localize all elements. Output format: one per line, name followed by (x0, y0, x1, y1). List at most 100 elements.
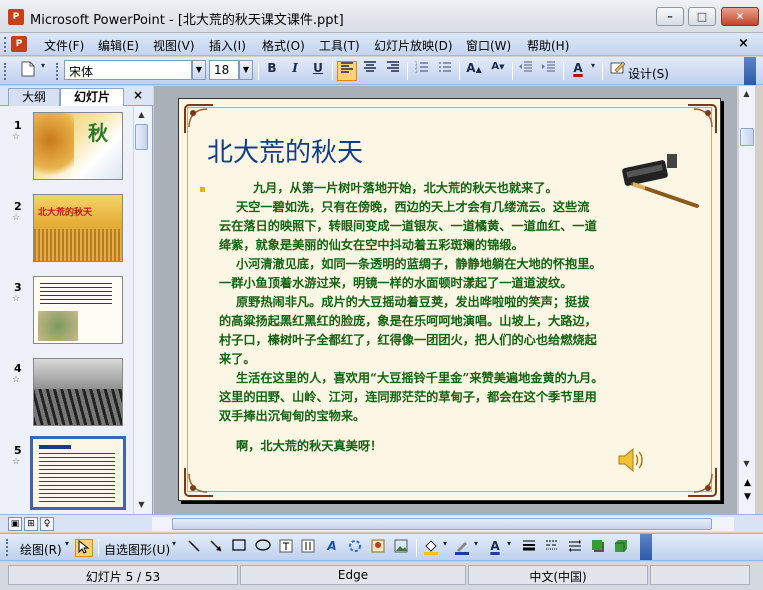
slide-body-line[interactable]: 原野热闹非凡。成片的大豆摇动着豆荚，发出哗啦啦的笑声；挺拔 (219, 293, 666, 313)
tab-slides[interactable]: 幻灯片 (60, 88, 124, 106)
scroll-down-icon[interactable]: ▼ (739, 456, 754, 471)
thumbnail-scrollbar[interactable]: ▲ ▼ (133, 107, 149, 513)
slide-thumbnail-1[interactable]: 秋 (33, 112, 123, 180)
font-color-dropdown-icon[interactable]: ▾ (588, 61, 598, 81)
font-name-combo[interactable]: 宋体 (64, 60, 192, 80)
fill-color-dropdown-icon[interactable]: ▾ (441, 539, 449, 557)
slide-body-line[interactable]: 九月，从第一片树叶落地开始，北大荒的秋天也就来了。 (219, 179, 666, 199)
insert-picture-icon[interactable] (392, 539, 410, 557)
close-document-button[interactable]: × (738, 36, 749, 51)
menu-view[interactable]: 视图(V) (153, 37, 195, 54)
vertical-text-box-icon[interactable] (299, 539, 317, 557)
scroll-up-icon[interactable]: ▲ (739, 86, 754, 101)
maximize-button[interactable]: □ (688, 7, 716, 26)
scroll-up-icon[interactable]: ▲ (134, 107, 149, 122)
powerpoint-app-icon[interactable]: P (8, 9, 24, 25)
menu-slideshow[interactable]: 幻灯片放映(D) (374, 37, 453, 54)
minimize-button[interactable]: – (656, 7, 684, 26)
bold-button[interactable]: B (262, 61, 282, 81)
font-color-icon[interactable]: A (486, 539, 504, 557)
rectangle-tool-icon[interactable] (230, 539, 248, 557)
font-color-dropdown-icon[interactable]: ▾ (505, 539, 513, 557)
slide-body-line[interactable]: 这里的田野、山岭、江河，连同那茫茫的草甸子，都会在这个季节里用 (219, 388, 666, 408)
align-left-icon[interactable] (337, 61, 357, 81)
scroll-down-icon[interactable]: ▼ (134, 497, 149, 512)
font-size-combo[interactable]: 18 (209, 60, 239, 80)
toolbar-grip[interactable] (6, 539, 9, 556)
next-slide-icon[interactable]: ▼ (740, 491, 755, 503)
fill-color-icon[interactable] (422, 539, 440, 557)
slide-body-line[interactable]: 的高粱扬起黑红黑红的脸庞，象是在乐呵呵地演唱。山坡上，大路边， (219, 312, 666, 332)
slideshow-view-icon[interactable]: ♀ (40, 517, 54, 531)
wordart-icon[interactable]: A (323, 539, 341, 557)
line-style-icon[interactable] (520, 539, 538, 557)
numbering-icon[interactable]: 123 (412, 61, 432, 81)
decrease-indent-icon[interactable] (516, 61, 536, 81)
line-color-dropdown-icon[interactable]: ▾ (472, 539, 480, 557)
line-tool-icon[interactable] (185, 539, 203, 557)
horizontal-scrollbar[interactable] (152, 517, 734, 531)
scrollbar-thumb[interactable] (135, 124, 148, 150)
close-window-button[interactable]: ✕ (721, 7, 759, 26)
normal-view-icon[interactable]: ▣ (8, 517, 22, 531)
tab-outline[interactable]: 大纲 (8, 88, 60, 106)
slide-body-line[interactable]: 云在落日的映照下，转眼间变成一道银灰、一道橘黄、一道血红、一道 (219, 217, 666, 237)
clip-art-icon[interactable] (369, 539, 387, 557)
document-icon[interactable]: P (11, 36, 27, 52)
align-center-icon[interactable] (360, 61, 380, 81)
draw-menu-button[interactable]: 绘图(R) (20, 541, 62, 558)
decrease-font-size-icon[interactable]: A▼ (488, 61, 508, 81)
increase-font-size-icon[interactable]: A▲ (464, 61, 484, 81)
underline-button[interactable]: U (308, 61, 328, 81)
toolbar-grip-2[interactable] (56, 63, 59, 80)
align-right-icon[interactable] (383, 61, 403, 81)
menu-format[interactable]: 格式(O) (262, 37, 305, 54)
slide-body-line[interactable]: 啊，北大荒的秋天真美呀！ (219, 437, 666, 457)
new-document-icon[interactable] (18, 61, 38, 81)
previous-slide-icon[interactable]: ▲ (740, 477, 755, 489)
toolbar-overflow-button[interactable] (744, 57, 756, 85)
menu-grip[interactable] (4, 37, 7, 52)
toolbar-overflow-button[interactable] (640, 534, 652, 560)
design-icon[interactable] (608, 61, 628, 81)
oval-tool-icon[interactable] (254, 539, 272, 557)
speaker-icon[interactable] (616, 446, 644, 474)
slide-thumbnail-3[interactable] (33, 276, 123, 344)
slide-body-line[interactable]: 天空一碧如洗，只有在傍晚，西边的天上才会有几缕流云。这些流 (219, 198, 666, 218)
bullets-icon[interactable] (435, 61, 455, 81)
slide-sorter-view-icon[interactable]: ⊞ (24, 517, 38, 531)
slide-thumbnail-2[interactable]: 北大荒的秋天 (33, 194, 123, 262)
slide-body-line[interactable]: 双手捧出沉甸甸的宝物来。 (219, 407, 666, 427)
menu-tools[interactable]: 工具(T) (319, 37, 360, 54)
toolbar-grip[interactable] (4, 63, 7, 80)
slide-body-line[interactable]: 来了。 (219, 350, 666, 370)
slide-body-line[interactable]: 绛紫，就象是美丽的仙女在空中抖动着五彩斑斓的锦缎。 (219, 236, 666, 256)
arrow-style-icon[interactable] (566, 539, 584, 557)
pane-close-button[interactable]: × (133, 88, 143, 102)
scrollbar-thumb[interactable] (740, 128, 754, 146)
design-button-label[interactable]: 设计(S) (628, 65, 669, 82)
toolbar-options-arrow[interactable]: ▾ (38, 61, 48, 81)
slide-body-line[interactable]: 生活在这里的人，喜欢用“大豆摇铃千里金”来赞美遍地金黄的九月。 (219, 369, 666, 389)
slide-thumbnail-5-selected[interactable] (30, 436, 126, 510)
menu-file[interactable]: 文件(F) (44, 37, 84, 54)
line-color-icon[interactable] (453, 539, 471, 557)
autoshapes-dropdown-icon[interactable]: ▾ (170, 539, 178, 557)
slide-scrollbar[interactable]: ▲ ▼ ▲ ▼ (738, 86, 755, 514)
shadow-style-icon[interactable] (589, 539, 607, 557)
autoshapes-button[interactable]: 自选图形(U) (104, 541, 170, 558)
text-box-icon[interactable] (277, 539, 295, 557)
italic-button[interactable]: I (285, 61, 305, 81)
dash-style-icon[interactable] (543, 539, 561, 557)
menu-window[interactable]: 窗口(W) (466, 37, 511, 54)
font-size-dropdown-icon[interactable]: ▼ (239, 60, 253, 80)
draw-menu-dropdown-icon[interactable]: ▾ (63, 539, 71, 557)
arrow-tool-icon[interactable] (207, 539, 225, 557)
increase-indent-icon[interactable] (539, 61, 559, 81)
font-name-dropdown-icon[interactable]: ▼ (192, 60, 206, 80)
slide-body-line[interactable]: 小河清澈见底，如同一条透明的蓝绸子，静静地躺在大地的怀抱里。 (219, 255, 666, 275)
select-pointer-icon[interactable] (75, 539, 93, 557)
slide-title[interactable]: 北大荒的秋天 (207, 132, 363, 169)
menu-help[interactable]: 帮助(H) (527, 37, 569, 54)
slide-body-line[interactable]: 一群小鱼顶着水游过来，明镜一样的水面顿时漾起了一道道波纹。 (219, 274, 666, 294)
